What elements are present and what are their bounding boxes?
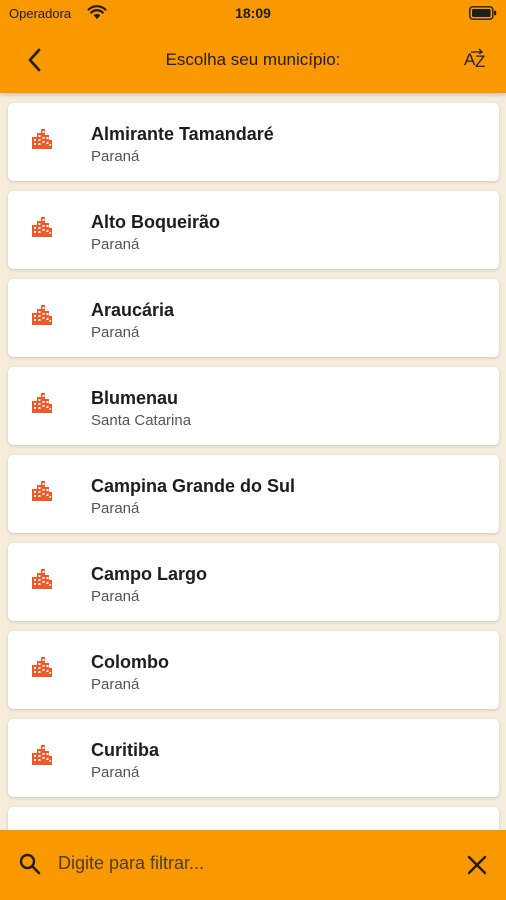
city-buildings-icon xyxy=(32,129,52,149)
status-bar: Operadora 18:09 xyxy=(0,0,506,28)
sort-letter-z: Z xyxy=(475,52,486,71)
municipio-card[interactable]: Almirante Tamandaré Paraná xyxy=(8,103,499,181)
state-name: Paraná xyxy=(91,324,140,341)
municipio-card[interactable]: Araucária Paraná xyxy=(8,279,499,357)
city-buildings-icon xyxy=(32,393,52,413)
municipio-card[interactable]: Colombo Paraná xyxy=(8,631,499,709)
state-name: Paraná xyxy=(91,588,140,605)
state-name: Paraná xyxy=(91,236,140,253)
state-name: Paraná xyxy=(91,764,140,781)
state-name: Paraná xyxy=(91,500,140,517)
sort-az-button[interactable]: A Z xyxy=(461,46,493,76)
city-buildings-icon xyxy=(32,745,52,765)
clear-filter-button[interactable] xyxy=(466,854,488,876)
city-name: Colombo xyxy=(91,652,169,672)
city-buildings-icon xyxy=(32,305,52,325)
app-header: Operadora 18:09 Escolha seu município: A… xyxy=(0,0,506,93)
state-name: Santa Catarina xyxy=(91,412,192,429)
page-title: Escolha seu município: xyxy=(165,50,341,69)
filter-bar xyxy=(0,830,506,900)
municipio-list[interactable]: Almirante Tamandaré Paraná Alto Boqueirã… xyxy=(0,93,506,830)
municipio-card[interactable]: Alto Boqueirão Paraná xyxy=(8,191,499,269)
city-buildings-icon xyxy=(32,569,52,589)
city-name: Almirante Tamandaré xyxy=(91,124,274,144)
city-name: Campina Grande do Sul xyxy=(91,476,296,496)
city-buildings-icon xyxy=(32,481,52,501)
city-name: Araucária xyxy=(91,300,175,320)
municipio-card[interactable]: Blumenau Santa Catarina xyxy=(8,367,499,445)
municipio-card-partial[interactable] xyxy=(8,807,499,830)
filter-input[interactable] xyxy=(58,846,438,880)
state-name: Paraná xyxy=(91,148,140,165)
municipio-card[interactable]: Curitiba Paraná xyxy=(8,719,499,797)
city-name: Campo Largo xyxy=(91,564,208,584)
city-buildings-icon xyxy=(32,217,52,237)
municipio-card[interactable]: Campina Grande do Sul Paraná xyxy=(8,455,499,533)
city-name: Curitiba xyxy=(91,740,160,760)
municipio-card[interactable]: Campo Largo Paraná xyxy=(8,543,499,621)
city-buildings-icon xyxy=(32,657,52,677)
state-name: Paraná xyxy=(91,676,140,693)
battery-icon xyxy=(469,6,497,20)
sort-letter-a: A xyxy=(464,50,476,69)
city-name: Alto Boqueirão xyxy=(91,212,220,232)
city-name: Blumenau xyxy=(91,388,179,408)
search-icon xyxy=(19,853,41,875)
status-time: 18:09 xyxy=(235,5,271,21)
